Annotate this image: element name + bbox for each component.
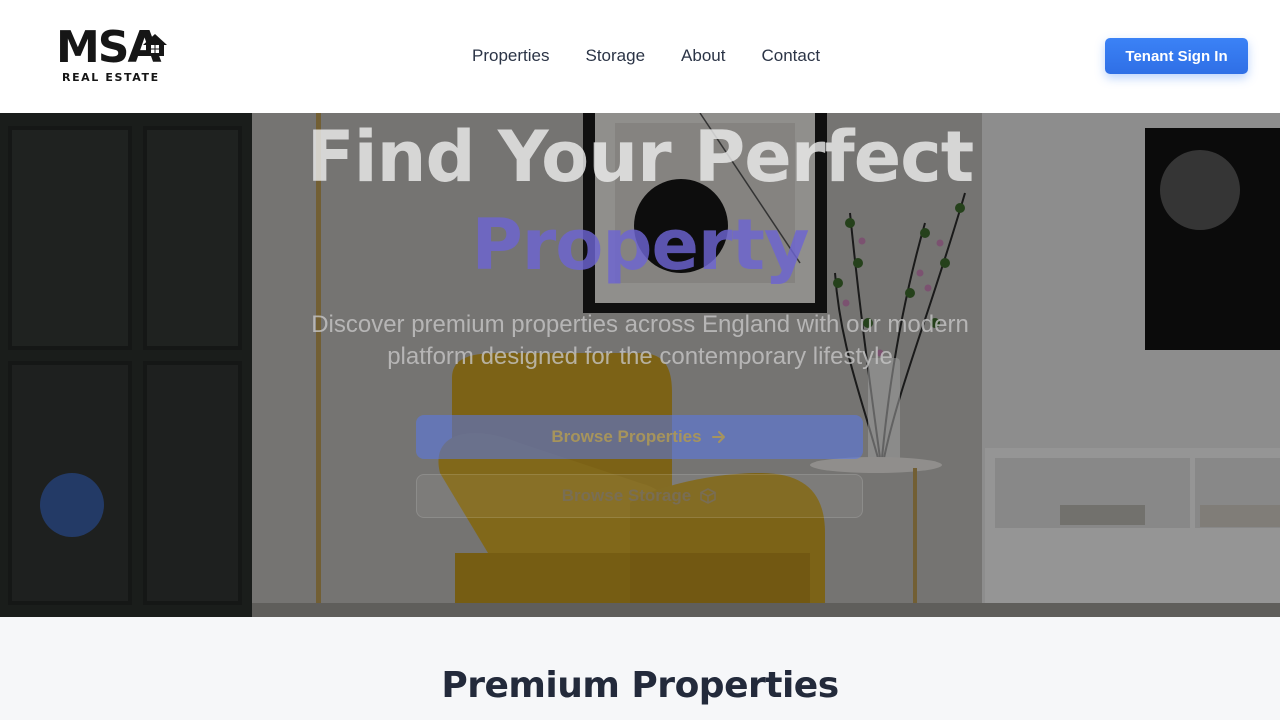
msa-logo[interactable]: MSA REAL ESTATE (56, 26, 170, 84)
nav-storage[interactable]: Storage (585, 46, 645, 66)
tenant-sign-in-button[interactable]: Tenant Sign In (1105, 38, 1248, 74)
box-icon (700, 488, 717, 504)
site-header: MSA REAL ESTATE Properties Storage About… (0, 0, 1280, 113)
nav-about[interactable]: About (681, 46, 725, 66)
arrow-right-icon (711, 431, 725, 443)
house-icon (143, 34, 167, 56)
hero-title: Find Your Perfect (306, 116, 974, 198)
nav-properties[interactable]: Properties (472, 46, 549, 66)
browse-properties-button[interactable]: Browse Properties (416, 415, 863, 459)
hero-title-highlight: Property (471, 204, 809, 286)
browse-properties-label: Browse Properties (551, 427, 702, 446)
hero-subtitle: Discover premium properties across Engla… (311, 311, 969, 370)
decorative-circle-blue (40, 473, 104, 537)
premium-properties-heading: Premium Properties (441, 665, 839, 706)
logo-subtitle: REAL ESTATE (62, 71, 160, 84)
nav-contact[interactable]: Contact (761, 46, 820, 66)
browse-storage-label: Browse Storage (561, 486, 692, 505)
hero-section: Find Your Perfect Property Discover prem… (0, 113, 1280, 617)
browse-storage-button[interactable]: Browse Storage (416, 474, 863, 518)
main-nav: Properties Storage About Contact (472, 46, 820, 66)
